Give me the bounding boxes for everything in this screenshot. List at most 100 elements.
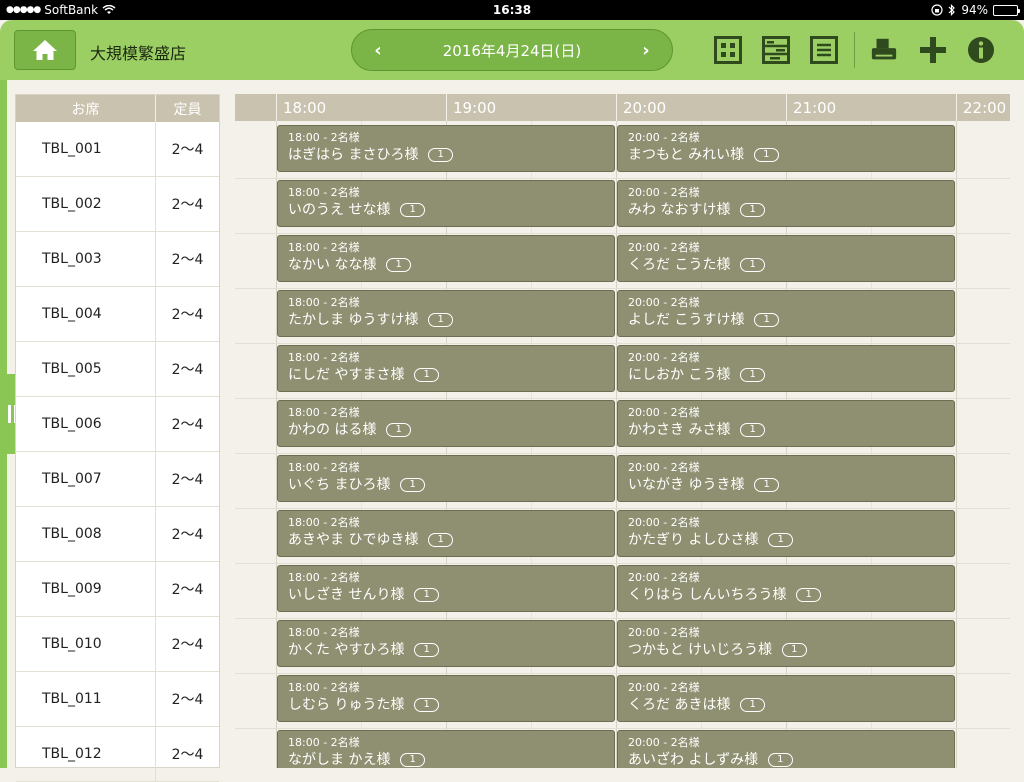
status-right: 94%	[931, 3, 1020, 17]
reservation-count-badge: 1	[754, 148, 779, 162]
store-name: 大規模繁盛店	[90, 44, 187, 63]
seat-name: TBL_001	[16, 122, 156, 176]
seat-map-button[interactable]	[714, 36, 742, 64]
reservation-count-badge: 1	[768, 753, 793, 767]
seat-name: TBL_007	[16, 452, 156, 506]
reservation-block[interactable]: 20:00 - 2名様 まつもと みれい様 1	[617, 125, 955, 172]
reservation-block[interactable]: 20:00 - 2名様 くろだ こうた様 1	[617, 235, 955, 282]
reservation-block[interactable]: 20:00 - 2名様みわ なおすけ様 1	[617, 180, 955, 227]
seat-name: TBL_008	[16, 507, 156, 561]
seat-name: TBL_004	[16, 287, 156, 341]
reservation-block[interactable]: 20:00 - 2名様 あいざわ よしずみ様 1	[617, 730, 955, 768]
reservation-block[interactable]: 20:00 - 2名様 いながき ゆうき様 1	[617, 455, 955, 502]
reservation-block[interactable]: 20:00 - 2名様 かたぎり よしひさ様 1	[617, 510, 955, 557]
current-date[interactable]: 2016年4月24日(日)	[443, 40, 582, 61]
reservation-block[interactable]: 20:00 - 2名様 くろだ あきは様 1	[617, 675, 955, 722]
reservation-guest-row: つかもと けいじろう様 1	[628, 640, 944, 660]
reservation-block[interactable]: 18:00 - 2名様 あきやま ひでゆき様 1	[277, 510, 615, 557]
reservation-block[interactable]: 18:00 - 2名様 いしざき せんり様 1	[277, 565, 615, 612]
seat-row[interactable]: TBL_011 2〜4	[16, 672, 219, 727]
seat-table-header: お席 定員	[16, 95, 219, 122]
status-bar: ●●●●● SoftBank 16:38 94%	[0, 0, 1024, 20]
timeline-view-button[interactable]	[762, 36, 790, 64]
seat-map-icon	[714, 36, 742, 64]
reservation-block[interactable]: 20:00 - 2名様 つかもと けいじろう様 1	[617, 620, 955, 667]
seat-row[interactable]: TBL_010 2〜4	[16, 617, 219, 672]
seat-row[interactable]: TBL_003 2〜4	[16, 232, 219, 287]
reservation-time: 18:00 - 2名様	[288, 131, 360, 144]
guest-name: いのうえ せな様	[288, 202, 391, 218]
reservation-guest-row: はぎはら まさひろ様 1	[288, 145, 604, 165]
seat-capacity: 2〜4	[171, 637, 204, 653]
reservation-count-badge: 1	[740, 423, 765, 437]
guest-name: なかい なな様	[288, 257, 377, 273]
reservation-block[interactable]: 20:00 - 2名様 くりはら しんいちろう様 1	[617, 565, 955, 612]
carrier-name: SoftBank	[44, 3, 99, 17]
reservation-block[interactable]: 18:00 - 2名様 にしだ やすまさ様 1	[277, 345, 615, 392]
next-day-button[interactable]: ›	[638, 40, 654, 61]
print-button[interactable]	[870, 36, 898, 64]
reservation-time: 20:00 - 2名様	[628, 186, 700, 199]
home-icon	[33, 40, 57, 60]
seat-row[interactable]: TBL_008 2〜4	[16, 507, 219, 562]
reservation-block[interactable]: 18:00 - 2名様 なかい なな様 1	[277, 235, 615, 282]
seat-name: TBL_002	[16, 177, 156, 231]
reservation-guest-row: あいざわ よしずみ様 1	[628, 750, 944, 768]
reservation-block[interactable]: 18:00 - 2名様 かくた やすひろ様 1	[277, 620, 615, 667]
date-selector[interactable]: ‹ 2016年4月24日(日) ›	[351, 29, 673, 71]
reservation-block[interactable]: 18:00 - 2名様 しむら りゅうた様 1	[277, 675, 615, 722]
reservation-time: 20:00 - 2名様	[628, 241, 700, 254]
add-reservation-button[interactable]	[919, 36, 947, 64]
reservation-block[interactable]: 18:00 - 2名様 ながしま かえ様 1	[277, 730, 615, 768]
reservation-block[interactable]: 18:00 - 2名様 たかしま ゆうすけ様 1	[277, 290, 615, 337]
row-divider	[235, 673, 1010, 674]
status-left: ●●●●● SoftBank	[6, 3, 116, 17]
reservation-guest-row: くろだ こうた様 1	[628, 255, 944, 275]
reservation-block[interactable]: 20:00 - 2名様 にしおか こう様 1	[617, 345, 955, 392]
seat-name: TBL_003	[16, 232, 156, 286]
prev-day-button[interactable]: ‹	[370, 40, 386, 61]
guest-name: かわの はる様	[288, 422, 377, 438]
reservation-block[interactable]: 20:00 - 2名様 かわさき みさ様 1	[617, 400, 955, 447]
reservation-time: 20:00 - 2名様	[628, 571, 700, 584]
seat-row[interactable]: TBL_005 2〜4	[16, 342, 219, 397]
reservation-guest-row: かくた やすひろ様 1	[288, 640, 604, 660]
reservation-block[interactable]: 20:00 - 2名様 よしだ こうすけ様 1	[617, 290, 955, 337]
guest-name: かたぎり よしひさ様	[628, 532, 759, 548]
reservation-count-badge: 1	[414, 643, 439, 657]
reservation-block[interactable]: 18:00 - 2名様 はぎはら まさひろ様 1	[277, 125, 615, 172]
guest-name: あきやま ひでゆき様	[288, 532, 419, 548]
list-view-button[interactable]	[810, 36, 838, 64]
seat-row[interactable]: TBL_007 2〜4	[16, 452, 219, 507]
home-button[interactable]	[14, 30, 76, 70]
battery-percent: 94%	[961, 3, 988, 17]
seat-row[interactable]: TBL_001 2〜4	[16, 122, 219, 177]
reservation-guest-row: まつもと みれい様 1	[628, 145, 944, 165]
info-button[interactable]	[967, 36, 995, 64]
reservation-timeline: 18:00 19:00 20:00 21:00 22:00 18:00 - 2名様 はぎは…	[235, 94, 1010, 768]
reservation-count-badge: 1	[740, 203, 765, 217]
signal-strength-icon: ●●●●●	[6, 5, 41, 15]
clock: 16:38	[492, 3, 532, 17]
timeline-header: 18:00 19:00 20:00 21:00 22:00	[235, 94, 1010, 121]
row-divider	[235, 343, 1010, 344]
reservation-time: 18:00 - 2名様	[288, 296, 360, 309]
capacity-column-header: 定員	[173, 101, 202, 118]
guest-name: ながしま かえ様	[288, 752, 391, 768]
seat-row[interactable]: TBL_002 2〜4	[16, 177, 219, 232]
reservation-block[interactable]: 18:00 - 2名様 かわの はる様 1	[277, 400, 615, 447]
battery-icon	[993, 4, 1020, 16]
seat-row[interactable]: TBL_009 2〜4	[16, 562, 219, 617]
reservation-guest-row: いのうえ せな様 1	[288, 200, 604, 220]
guest-name: くろだ あきは様	[628, 697, 731, 713]
reservation-time: 20:00 - 2名様	[628, 461, 700, 474]
seat-row[interactable]: TBL_012 2〜4	[16, 727, 219, 782]
reservation-guest-row: かたぎり よしひさ様 1	[628, 530, 944, 550]
orientation-lock-icon	[931, 4, 943, 16]
seat-column-header: お席	[16, 95, 156, 122]
reservation-block[interactable]: 18:00 - 2名様 いぐち まひろ様 1	[277, 455, 615, 502]
reservation-block[interactable]: 18:00 - 2名様 いのうえ せな様 1	[277, 180, 615, 227]
guest-name: みわ なおすけ様	[628, 202, 731, 218]
seat-row[interactable]: TBL_006 2〜4	[16, 397, 219, 452]
seat-row[interactable]: TBL_004 2〜4	[16, 287, 219, 342]
